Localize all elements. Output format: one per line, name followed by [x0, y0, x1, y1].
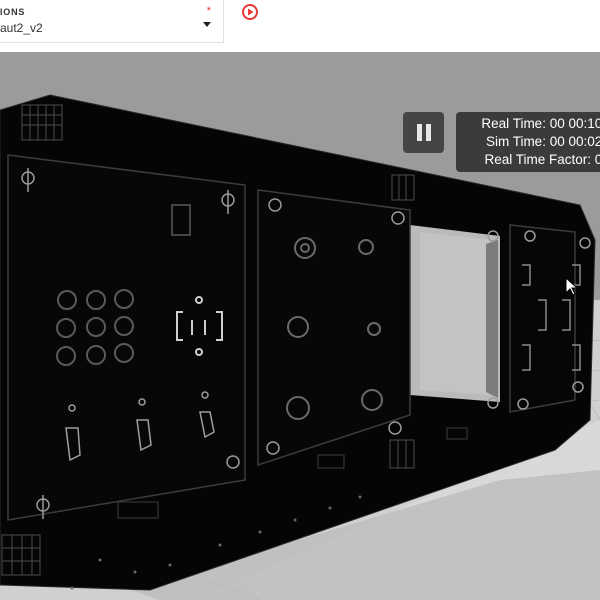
play-circle-icon [242, 4, 258, 20]
left-subpanel [7, 154, 246, 521]
pause-button[interactable] [403, 112, 444, 153]
simulation-viewport[interactable]: Real Time: 00 00:10: Sim Time: 00 00:02:… [0, 52, 600, 600]
mouse-pointer-icon [565, 277, 579, 296]
real-time-factor-readout: Real Time Factor: 0. [484, 152, 600, 167]
right-subpanel [509, 224, 576, 413]
selector-value: aut2_v2 [0, 21, 43, 35]
selector-label: IONS [0, 7, 26, 17]
required-mark: * [206, 5, 211, 17]
real-time-readout: Real Time: 00 00:10: [481, 116, 600, 131]
run-button[interactable] [241, 3, 259, 21]
chevron-down-icon[interactable] [203, 22, 211, 27]
sim-time-readout: Sim Time: 00 00:02: [485, 134, 600, 149]
time-stats-panel: Real Time: 00 00:10: Sim Time: 00 00:02:… [456, 112, 600, 172]
top-toolbar: IONS * aut2_v2 [0, 0, 600, 52]
world-selector[interactable]: IONS * aut2_v2 [0, 0, 224, 43]
